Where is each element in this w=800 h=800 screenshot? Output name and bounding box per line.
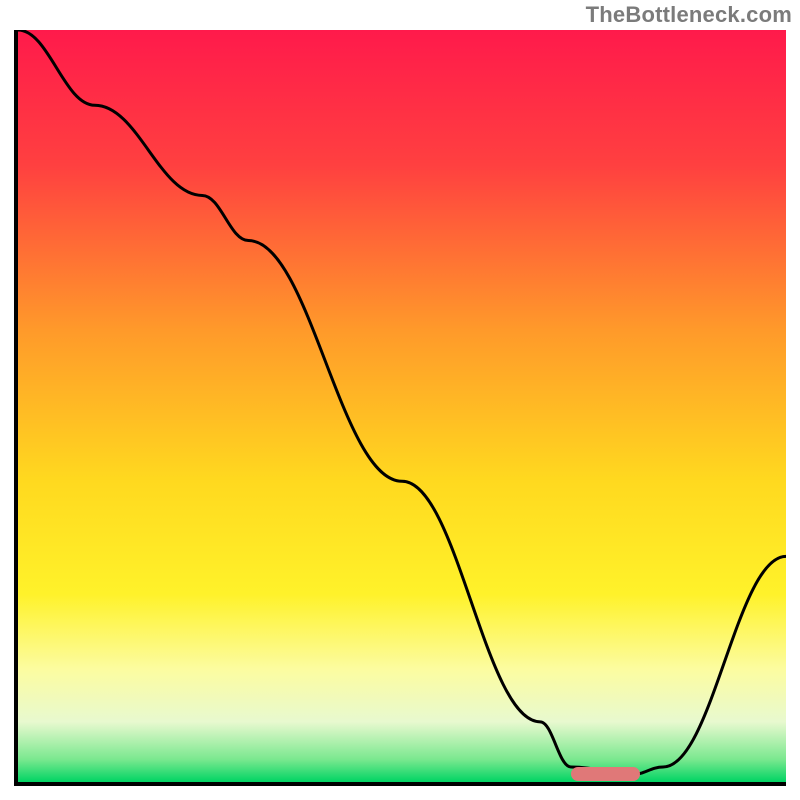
gradient-background	[18, 30, 786, 782]
optimum-marker	[571, 767, 640, 781]
chart-container: TheBottleneck.com	[0, 0, 800, 800]
watermark-text: TheBottleneck.com	[586, 2, 792, 28]
plot-svg	[18, 30, 786, 782]
plot-frame	[14, 30, 786, 786]
